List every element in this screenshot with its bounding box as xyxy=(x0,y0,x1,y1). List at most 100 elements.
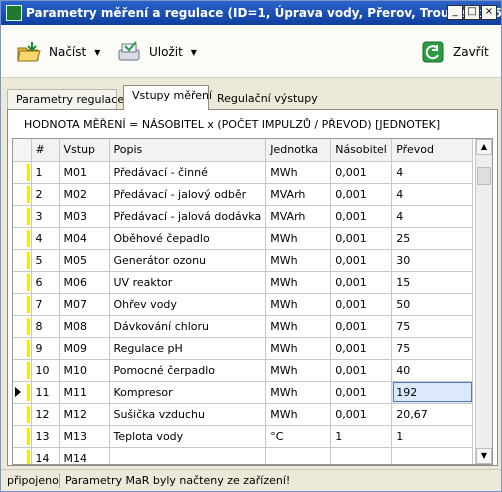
current-row-arrow-icon xyxy=(15,386,21,397)
unit-cell[interactable]: MWh xyxy=(265,337,332,360)
multiplier-cell[interactable]: 0,001 xyxy=(330,205,393,228)
ratio-cell[interactable]: 15 xyxy=(391,271,474,294)
multiplier-cell[interactable]: 0,001 xyxy=(330,161,393,184)
table-row[interactable]: 1 M01 Předávací - činné MWh 0,001 4 xyxy=(13,161,474,184)
description-cell[interactable]: Předávací - jalová dodávka xyxy=(109,205,267,228)
multiplier-cell[interactable]: 0,001 xyxy=(330,403,393,426)
load-dropdown-icon[interactable]: ▼ xyxy=(94,48,100,57)
selected-table-row[interactable]: 11 M11 Kompresor MWh 0,001 192 xyxy=(13,381,474,404)
multiplier-cell[interactable]: 0,001 xyxy=(330,249,393,272)
unit-cell[interactable]: MWh xyxy=(265,271,332,294)
row-marker xyxy=(13,183,32,206)
unit-cell[interactable]: MWh xyxy=(265,403,332,426)
unit-cell[interactable]: MWh xyxy=(265,315,332,338)
number-cell: 5 xyxy=(31,249,60,272)
unit-cell[interactable]: MWh xyxy=(265,227,332,250)
description-cell[interactable] xyxy=(109,447,267,464)
unit-cell[interactable]: MWh xyxy=(265,293,332,316)
close-window-button[interactable]: × xyxy=(481,5,497,20)
multiplier-cell[interactable]: 0,001 xyxy=(330,183,393,206)
ratio-cell[interactable]: 40 xyxy=(391,359,474,382)
number-column-header[interactable]: # xyxy=(31,139,60,162)
save-button[interactable]: Uložit ▼ xyxy=(115,35,197,69)
description-cell[interactable]: Sušička vzduchu xyxy=(109,403,267,426)
description-cell[interactable]: Pomocné čerpadlo xyxy=(109,359,267,382)
ratio-cell[interactable]: 4 xyxy=(391,161,474,184)
ratio-cell[interactable]: 1 xyxy=(391,425,474,448)
unit-cell[interactable]: MWh xyxy=(265,381,332,404)
table-row[interactable]: 12 M12 Sušička vzduchu MWh 0,001 20,67 xyxy=(13,403,474,426)
unit-cell[interactable]: MWh xyxy=(265,161,332,184)
description-cell[interactable]: Generátor ozonu xyxy=(109,249,267,272)
table-row[interactable]: 5 M05 Generátor ozonu MWh 0,001 30 xyxy=(13,249,474,272)
tab-measurement-inputs[interactable]: Vstupy měření xyxy=(123,85,212,110)
minimize-button[interactable]: _ xyxy=(447,5,463,20)
input-column-header[interactable]: Vstup xyxy=(59,139,110,162)
multiplier-cell[interactable]: 0,001 xyxy=(330,315,393,338)
table-row[interactable]: 14 M14 xyxy=(13,447,474,464)
table-row[interactable]: 13 M13 Teplota vody °C 1 1 xyxy=(13,425,474,448)
description-cell[interactable]: Regulace pH xyxy=(109,337,267,360)
save-dropdown-icon[interactable]: ▼ xyxy=(191,48,197,57)
measurement-inputs-grid[interactable]: # Vstup Popis Jednotka Násobitel Převod … xyxy=(12,138,493,465)
tab-regulation-parameters[interactable]: Parametry regulace xyxy=(7,89,124,109)
table-row[interactable]: 2 M02 Předávací - jalový odběr MVArh 0,001 4 xyxy=(13,183,474,206)
unit-cell[interactable]: °C xyxy=(265,425,332,448)
description-cell[interactable]: Dávkování chloru xyxy=(109,315,267,338)
description-cell[interactable]: Kompresor xyxy=(109,381,267,404)
multiplier-cell[interactable]: 0,001 xyxy=(330,293,393,316)
multiplier-cell[interactable]: 1 xyxy=(330,425,393,448)
table-row[interactable]: 7 M07 Ohřev vody MWh 0,001 50 xyxy=(13,293,474,316)
unit-cell[interactable]: MVArh xyxy=(265,183,332,206)
description-cell[interactable]: UV reaktor xyxy=(109,271,267,294)
multiplier-cell[interactable]: 0,001 xyxy=(330,381,393,404)
ratio-cell[interactable]: 20,67 xyxy=(391,403,474,426)
multiplier-cell[interactable]: 0,001 xyxy=(330,227,393,250)
ratio-cell[interactable]: 25 xyxy=(391,227,474,250)
multiplier-cell[interactable]: 0,001 xyxy=(330,271,393,294)
number-cell: 4 xyxy=(31,227,60,250)
unit-cell[interactable]: MVArh xyxy=(265,205,332,228)
table-row[interactable]: 10 M10 Pomocné čerpadlo MWh 0,001 40 xyxy=(13,359,474,382)
close-button[interactable]: Zavřít xyxy=(419,35,489,69)
table-row[interactable]: 4 M04 Oběhové čepadlo MWh 0,001 25 xyxy=(13,227,474,250)
description-cell[interactable]: Předávací - jalový odběr xyxy=(109,183,267,206)
ratio-cell[interactable]: 30 xyxy=(391,249,474,272)
ratio-cell[interactable]: 4 xyxy=(391,205,474,228)
description-cell[interactable]: Ohřev vody xyxy=(109,293,267,316)
ratio-column-header[interactable]: Převod xyxy=(391,139,474,162)
vertical-scrollbar[interactable]: ▲ ▼ xyxy=(475,139,492,464)
multiplier-column-header[interactable]: Násobitel xyxy=(330,139,393,162)
load-button[interactable]: Načíst ▼ xyxy=(15,35,100,69)
table-row[interactable]: 6 M06 UV reaktor MWh 0,001 15 xyxy=(13,271,474,294)
multiplier-cell[interactable] xyxy=(330,447,393,464)
table-row[interactable]: 8 M08 Dávkování chloru MWh 0,001 75 xyxy=(13,315,474,338)
input-cell: M07 xyxy=(59,293,110,316)
table-row[interactable]: 9 M09 Regulace pH MWh 0,001 75 xyxy=(13,337,474,360)
table-row[interactable]: 3 M03 Předávací - jalová dodávka MVArh 0,001… xyxy=(13,205,474,228)
description-column-header[interactable]: Popis xyxy=(109,139,267,162)
number-cell: 6 xyxy=(31,271,60,294)
ratio-cell[interactable] xyxy=(391,447,474,464)
ratio-cell[interactable]: 4 xyxy=(391,183,474,206)
unit-cell[interactable]: MWh xyxy=(265,359,332,382)
description-cell[interactable]: Předávací - činné xyxy=(109,161,267,184)
tab-regulation-outputs[interactable]: Regulační výstupy xyxy=(209,89,318,109)
scroll-down-button[interactable]: ▼ xyxy=(476,448,492,464)
multiplier-cell[interactable]: 0,001 xyxy=(330,359,393,382)
scroll-thumb[interactable] xyxy=(477,167,491,185)
unit-cell[interactable]: MWh xyxy=(265,249,332,272)
ratio-cell[interactable]: 75 xyxy=(391,337,474,360)
active-ratio-cell[interactable]: 192 xyxy=(391,381,474,404)
maximize-button[interactable]: □ xyxy=(464,5,480,20)
unit-cell[interactable] xyxy=(265,447,332,464)
multiplier-cell[interactable]: 0,001 xyxy=(330,337,393,360)
scroll-up-button[interactable]: ▲ xyxy=(476,139,492,155)
input-cell: M05 xyxy=(59,249,110,272)
unit-column-header[interactable]: Jednotka xyxy=(265,139,332,162)
description-cell[interactable]: Teplota vody xyxy=(109,425,267,448)
ratio-cell[interactable]: 50 xyxy=(391,293,474,316)
description-cell[interactable]: Oběhové čepadlo xyxy=(109,227,267,250)
ratio-cell[interactable]: 75 xyxy=(391,315,474,338)
parameters-window: Parametry měření a regulace (ID=1, Úprav… xyxy=(0,0,502,492)
